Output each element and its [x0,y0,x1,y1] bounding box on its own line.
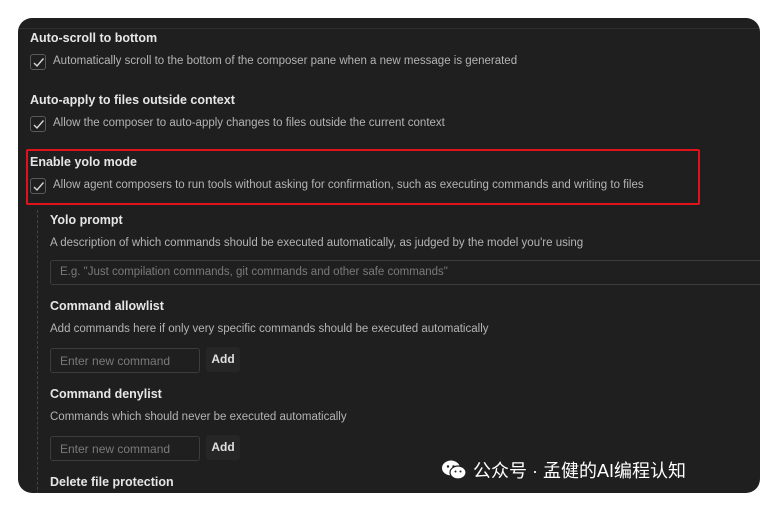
checkmark-icon [33,120,45,130]
denylist-description: Commands which should never be executed … [50,411,347,423]
auto-apply-description: Allow the composer to auto-apply changes… [53,117,445,129]
yolo-mode-checkbox[interactable] [30,178,46,194]
allowlist-title: Command allowlist [50,299,164,313]
settings-panel: Auto-scroll to bottom Automatically scro… [18,18,760,493]
yolo-prompt-description: A description of which commands should b… [50,237,584,249]
divider [18,28,760,29]
delete-protection-title: Delete file protection [50,475,174,489]
yolo-mode-title: Enable yolo mode [30,155,137,169]
auto-scroll-title: Auto-scroll to bottom [30,31,158,45]
yolo-prompt-input[interactable]: E.g. "Just compilation commands, git com… [50,260,760,285]
nested-settings-guide [37,210,38,493]
wechat-icon [441,459,467,481]
auto-scroll-description: Automatically scroll to the bottom of th… [53,55,518,67]
allowlist-command-input[interactable]: Enter new command [50,348,200,373]
checkmark-icon [33,58,45,68]
denylist-command-input[interactable]: Enter new command [50,436,200,461]
allowlist-description: Add commands here if only very specific … [50,323,489,335]
watermark-text: 公众号 · 孟健的AI编程认知 [473,461,687,481]
watermark: 公众号 · 孟健的AI编程认知 [441,455,686,485]
auto-apply-checkbox[interactable] [30,116,46,132]
auto-apply-title: Auto-apply to files outside context [30,93,235,107]
allowlist-add-button[interactable]: Add [206,347,240,372]
denylist-title: Command denylist [50,387,162,401]
yolo-prompt-title: Yolo prompt [50,213,123,227]
auto-scroll-checkbox[interactable] [30,54,46,70]
checkmark-icon [33,182,45,192]
yolo-mode-description: Allow agent composers to run tools witho… [53,179,644,191]
denylist-add-button[interactable]: Add [206,435,240,460]
